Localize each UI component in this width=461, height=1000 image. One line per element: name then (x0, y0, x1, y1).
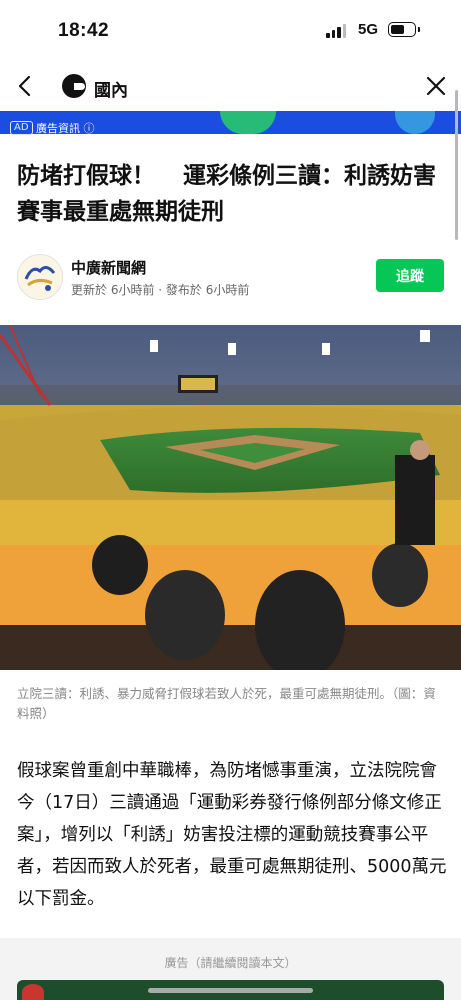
ad-section-label: 廣告（請繼續閱讀本文） (164, 956, 297, 970)
channel-title[interactable]: 國內 (94, 76, 128, 101)
home-indicator[interactable] (148, 988, 313, 993)
battery-tip (418, 27, 420, 32)
ad-logo-icon (22, 984, 44, 1000)
status-time: 18:42 (58, 20, 110, 41)
battery-icon (388, 22, 416, 37)
article-photo[interactable] (0, 325, 461, 670)
photo-caption: 立院三讀：利誘、暴力威脅打假球若致人於死，最重可處無期徒刑。（圖：資料照） (17, 686, 436, 721)
publisher-avatar[interactable] (17, 254, 63, 300)
published-time: 發布於 6小時前 (165, 283, 250, 297)
publish-meta: 更新於 6小時前 · 發布於 6小時前 (71, 283, 250, 297)
updated-time: 更新於 6小時前 (71, 283, 155, 297)
article-title-part1: 防堵打假球！ (17, 163, 155, 189)
follow-button[interactable]: 追蹤 (376, 259, 444, 292)
article-title: 防堵打假球！ 運彩條例三讀：利誘妨害賽事最重處無期徒刑 (17, 158, 442, 230)
ad-tag: AD (10, 121, 33, 135)
close-icon[interactable] (422, 72, 450, 100)
cellular-signal-icon (326, 24, 346, 38)
ad-info-link[interactable]: 廣告資訊 ⓘ (36, 120, 95, 136)
article-body: 假球案曾重創中華職棒，為防堵憾事重演，立法院院會今（17日）三讀通過「運動彩券發… (17, 761, 447, 909)
scrollbar[interactable] (455, 90, 458, 240)
line-today-logo-icon (62, 74, 86, 98)
network-type: 5G (358, 21, 379, 38)
back-arrow-icon[interactable] (12, 72, 40, 100)
publisher-name[interactable]: 中廣新聞網 (71, 257, 146, 278)
